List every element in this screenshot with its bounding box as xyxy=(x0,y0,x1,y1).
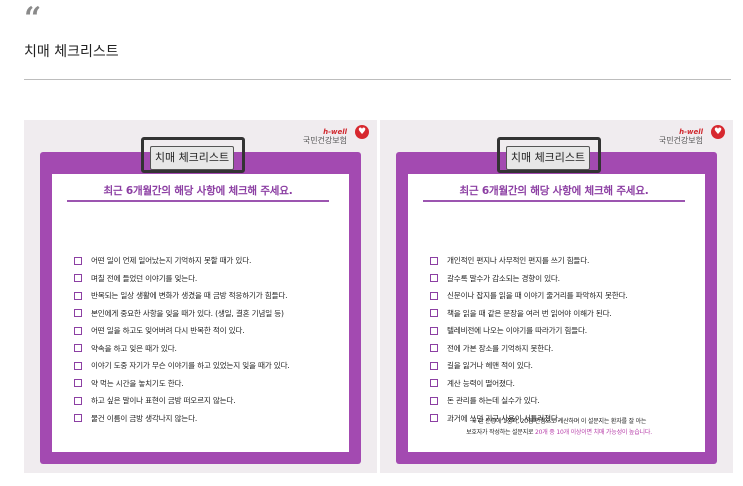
item-text: 반복되는 일상 생활에 변화가 생겼을 때 금방 적응하기가 힘들다. xyxy=(91,291,288,301)
item-text: 계산 능력이 떨어졌다. xyxy=(447,378,515,388)
scoring-note: ※ 한 문항에 1점씩, 20점 만점으로 계산하며 이 설문지는 환자를 잘 … xyxy=(424,416,694,438)
checklist-heading: 최근 6개월간의 해당 사항에 체크해 주세요. xyxy=(103,185,293,197)
checkbox-icon xyxy=(74,326,82,335)
checklist-item: 물건 이름이 금방 생각나지 않는다. xyxy=(74,410,364,428)
checklist-items: 어떤 일이 언제 일어났는지 기억하지 못할 때가 있다. 며칠 전에 들었던 … xyxy=(74,252,364,427)
checklist-heading: 최근 6개월간의 해당 사항에 체크해 주세요. xyxy=(459,185,649,197)
checkbox-icon xyxy=(430,274,438,283)
checklist-item: 본인에게 중요한 사항을 잊을 때가 있다. (생일, 결혼 기념일 등) xyxy=(74,305,364,323)
brand-logo: h-well 국민건강보험 xyxy=(659,129,703,145)
checklist-item: 어떤 일을 하고도 잊어버려 다시 반복한 적이 있다. xyxy=(74,322,364,340)
checkbox-icon xyxy=(430,291,438,300)
checklist-item: 길을 잃거나 헤맨 적이 있다. xyxy=(430,357,720,375)
checklist-item: 갈수록 말수가 감소되는 경향이 있다. xyxy=(430,270,720,288)
checklist-tag: 치매 체크리스트 xyxy=(150,146,234,170)
item-text: 갈수록 말수가 감소되는 경향이 있다. xyxy=(447,273,560,283)
checkbox-icon xyxy=(430,379,438,388)
heart-logo-icon: ♥ xyxy=(711,125,725,139)
checkbox-icon xyxy=(74,379,82,388)
quote-mark: “ xyxy=(24,1,42,36)
item-text: 물건 이름이 금방 생각나지 않는다. xyxy=(91,413,198,423)
item-text: 텔레비전에 나오는 이야기를 따라가기 힘들다. xyxy=(447,326,588,336)
item-text: 개인적인 편지나 사무적인 편지를 쓰기 힘들다. xyxy=(447,256,590,266)
checklist-item: 전에 가본 장소를 기억하지 못한다. xyxy=(430,340,720,358)
checkbox-icon xyxy=(430,256,438,265)
item-text: 어떤 일을 하고도 잊어버려 다시 반복한 적이 있다. xyxy=(91,326,245,336)
checklist-item: 개인적인 편지나 사무적인 편지를 쓰기 힘들다. xyxy=(430,252,720,270)
item-text: 어떤 일이 언제 일어났는지 기억하지 못할 때가 있다. xyxy=(91,256,252,266)
checkbox-icon xyxy=(74,396,82,405)
item-text: 약 먹는 시간을 놓치기도 한다. xyxy=(91,378,184,388)
checklist-item: 이야기 도중 자기가 무슨 이야기를 하고 있었는지 잊을 때가 있다. xyxy=(74,357,364,375)
checkbox-icon xyxy=(74,256,82,265)
checkbox-icon xyxy=(430,344,438,353)
checklist-item: 약 먹는 시간을 놓치기도 한다. xyxy=(74,375,364,393)
checkbox-icon xyxy=(74,344,82,353)
note-highlight: 20개 중 10개 이상이면 치매 가능성이 높습니다. xyxy=(535,429,652,436)
item-text: 길을 잃거나 헤맨 적이 있다. xyxy=(447,361,533,371)
note-line-2-prefix: 보호자가 작성하는 설문지로 xyxy=(466,429,536,436)
brand-tagline: h-well xyxy=(679,128,703,136)
item-text: 며칠 전에 들었던 이야기를 잊는다. xyxy=(91,273,198,283)
checklist-image-1[interactable]: h-well 국민건강보험 ♥ 치매 체크리스트 최근 6개월간의 해당 사항에… xyxy=(24,120,377,473)
item-text: 이야기 도중 자기가 무슨 이야기를 하고 있었는지 잊을 때가 있다. xyxy=(91,361,290,371)
checklist-item: 약속을 하고 잊은 때가 있다. xyxy=(74,340,364,358)
item-text: 본인에게 중요한 사항을 잊을 때가 있다. (생일, 결혼 기념일 등) xyxy=(91,308,284,318)
checklist-item: 며칠 전에 들었던 이야기를 잊는다. xyxy=(74,270,364,288)
checklist-item: 책을 읽을 때 같은 문장을 여러 번 읽어야 이해가 된다. xyxy=(430,305,720,323)
brand-name: 국민건강보험 xyxy=(302,136,347,145)
checklist-item: 돈 관리를 하는데 실수가 있다. xyxy=(430,392,720,410)
checkbox-icon xyxy=(430,309,438,318)
checkbox-icon xyxy=(74,274,82,283)
heart-logo-icon: ♥ xyxy=(355,125,369,139)
divider xyxy=(24,79,731,80)
item-text: 약속을 하고 잊은 때가 있다. xyxy=(91,343,177,353)
checklist-image-2[interactable]: h-well 국민건강보험 ♥ 치매 체크리스트 최근 6개월간의 해당 사항에… xyxy=(380,120,733,473)
checkbox-icon xyxy=(74,291,82,300)
checklist-item: 텔레비전에 나오는 이야기를 따라가기 힘들다. xyxy=(430,322,720,340)
checklist-item: 계산 능력이 떨어졌다. xyxy=(430,375,720,393)
brand-logo: h-well 국민건강보험 xyxy=(303,129,347,145)
item-text: 전에 가본 장소를 기억하지 못한다. xyxy=(447,343,554,353)
item-text: 책을 읽을 때 같은 문장을 여러 번 읽어야 이해가 된다. xyxy=(447,308,612,318)
checklist-item: 하고 싶은 말이나 표현이 금방 떠오르지 않는다. xyxy=(74,392,364,410)
checkbox-icon xyxy=(430,326,438,335)
checkbox-icon xyxy=(74,414,82,423)
checkbox-icon xyxy=(430,396,438,405)
item-text: 신문이나 잡지를 읽을 때 이야기 줄거리를 파악하지 못한다. xyxy=(447,291,628,301)
brand-tagline: h-well xyxy=(323,128,347,136)
item-text: 하고 싶은 말이나 표현이 금방 떠오르지 않는다. xyxy=(91,396,236,406)
heading-underline xyxy=(67,200,329,202)
heading-underline xyxy=(423,200,685,202)
checkbox-icon xyxy=(74,361,82,370)
note-line-1: ※ 한 문항에 1점씩, 20점 만점으로 계산하며 이 설문지는 환자를 잘 … xyxy=(471,418,647,425)
post-title: 치매 체크리스트 xyxy=(24,44,119,60)
checklist-tag: 치매 체크리스트 xyxy=(506,146,590,170)
note-line-2: 보호자가 작성하는 설문지로 20개 중 10개 이상이면 치매 가능성이 높습… xyxy=(424,427,694,438)
brand-name: 국민건강보험 xyxy=(658,136,703,145)
checklist-item: 어떤 일이 언제 일어났는지 기억하지 못할 때가 있다. xyxy=(74,252,364,270)
checkbox-icon xyxy=(430,361,438,370)
checklist-item: 신문이나 잡지를 읽을 때 이야기 줄거리를 파악하지 못한다. xyxy=(430,287,720,305)
item-text: 돈 관리를 하는데 실수가 있다. xyxy=(447,396,540,406)
checkbox-icon xyxy=(74,309,82,318)
checklist-item: 반복되는 일상 생활에 변화가 생겼을 때 금방 적응하기가 힘들다. xyxy=(74,287,364,305)
checklist-items: 개인적인 편지나 사무적인 편지를 쓰기 힘들다. 갈수록 말수가 감소되는 경… xyxy=(430,252,720,427)
